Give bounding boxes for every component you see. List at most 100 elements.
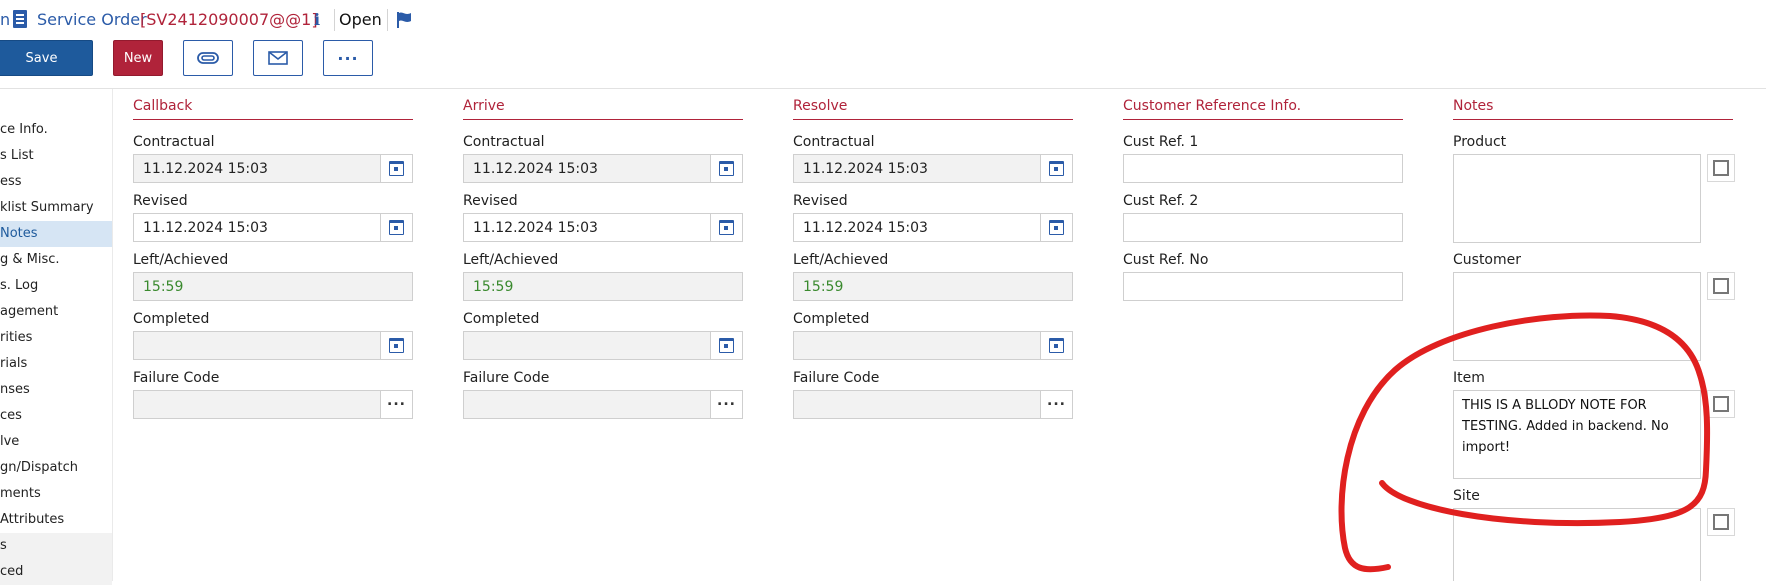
calendar-button[interactable] — [710, 155, 742, 182]
field-label: Failure Code — [793, 370, 880, 386]
sidebar-item[interactable]: rials — [0, 351, 112, 377]
calendar-button[interactable] — [1040, 332, 1072, 359]
arrive-failure-field[interactable]: ... — [463, 390, 743, 419]
calendar-button[interactable] — [710, 332, 742, 359]
document-icon — [13, 10, 27, 28]
calendar-icon — [1049, 220, 1064, 235]
field-label: Failure Code — [133, 370, 220, 386]
new-button[interactable]: New — [113, 40, 163, 76]
calendar-button[interactable] — [380, 155, 412, 182]
calendar-button[interactable] — [1040, 214, 1072, 241]
arrive-revised-field[interactable]: 11.12.2024 15:03 — [463, 213, 743, 242]
callback-left-field: 15:59 — [133, 272, 413, 301]
calendar-icon — [719, 161, 734, 176]
product-note-textarea[interactable] — [1453, 154, 1701, 243]
divider — [1123, 119, 1403, 120]
expand-icon[interactable] — [1707, 390, 1735, 418]
calendar-button[interactable] — [710, 214, 742, 241]
sidebar-item[interactable]: nses — [0, 377, 112, 403]
status-badge: Open — [339, 10, 382, 29]
section-title: Notes — [1453, 98, 1494, 114]
divider — [793, 119, 1073, 120]
sidebar-item[interactable]: klist Summary — [0, 195, 112, 221]
sidebar-item[interactable]: ces — [0, 403, 112, 429]
arrive-completed-field[interactable] — [463, 331, 743, 360]
ellipsis-icon: ... — [1047, 393, 1066, 409]
sidebar-item[interactable]: rities — [0, 325, 112, 351]
lookup-button[interactable]: ... — [1040, 391, 1072, 418]
breadcrumb[interactable]: n — [0, 10, 10, 29]
lookup-button[interactable]: ... — [380, 391, 412, 418]
sidebar-item-notes[interactable]: Notes — [0, 221, 112, 247]
callback-failure-field[interactable]: ... — [133, 390, 413, 419]
section-title: Callback — [133, 98, 193, 114]
sidebar-item[interactable]: g & Misc. — [0, 247, 112, 273]
resolve-revised-field[interactable]: 11.12.2024 15:03 — [793, 213, 1073, 242]
expand-icon[interactable] — [1707, 508, 1735, 536]
site-note-textarea[interactable] — [1453, 508, 1701, 581]
field-label: Completed — [463, 311, 540, 327]
field-value: 11.12.2024 15:03 — [803, 220, 928, 236]
calendar-icon — [1049, 338, 1064, 353]
lookup-button[interactable]: ... — [710, 391, 742, 418]
sidebar-item[interactable]: gn/Dispatch — [0, 455, 112, 481]
cust-ref-no-input[interactable] — [1123, 272, 1403, 301]
section-title: Customer Reference Info. — [1123, 98, 1302, 114]
more-actions-button[interactable]: ··· — [323, 40, 373, 76]
save-button[interactable]: Save — [0, 40, 93, 76]
field-value: 11.12.2024 15:03 — [143, 220, 268, 236]
sidebar-item[interactable]: ess — [0, 169, 112, 195]
callback-completed-field[interactable] — [133, 331, 413, 360]
sidebar-item[interactable]: ced — [0, 559, 112, 585]
sidebar-item[interactable]: agement — [0, 299, 112, 325]
sidebar-item[interactable]: s — [0, 533, 112, 559]
field-label: Left/Achieved — [793, 252, 889, 268]
field-label: Failure Code — [463, 370, 550, 386]
section-title: Arrive — [463, 98, 505, 114]
arrive-contractual-field[interactable]: 11.12.2024 15:03 — [463, 154, 743, 183]
calendar-button[interactable] — [380, 332, 412, 359]
callback-contractual-field[interactable]: 11.12.2024 15:03 — [133, 154, 413, 183]
calendar-icon — [719, 220, 734, 235]
sidebar-item[interactable]: ce Info. — [0, 117, 112, 143]
expand-icon[interactable] — [1707, 272, 1735, 300]
field-value: 15:59 — [803, 279, 844, 295]
email-button[interactable] — [253, 40, 303, 76]
attach-button[interactable] — [183, 40, 233, 76]
field-label: Left/Achieved — [133, 252, 229, 268]
field-label: Item — [1453, 370, 1485, 386]
field-label: Left/Achieved — [463, 252, 559, 268]
field-label: Contractual — [793, 134, 875, 150]
cust-ref-2-input[interactable] — [1123, 213, 1403, 242]
field-label: Contractual — [133, 134, 215, 150]
sidebar-item[interactable]: Attributes — [0, 507, 112, 533]
resolve-completed-field[interactable] — [793, 331, 1073, 360]
sidebar-item[interactable]: s. Log — [0, 273, 112, 299]
resolve-left-field: 15:59 — [793, 272, 1073, 301]
calendar-icon — [389, 220, 404, 235]
calendar-button[interactable] — [380, 214, 412, 241]
note-value: THIS IS A BLLODY NOTE FOR TESTING. Added… — [1462, 398, 1669, 455]
sidebar-item[interactable]: lve — [0, 429, 112, 455]
item-note-textarea[interactable]: THIS IS A BLLODY NOTE FOR TESTING. Added… — [1453, 390, 1701, 479]
resolve-contractual-field[interactable]: 11.12.2024 15:03 — [793, 154, 1073, 183]
expand-icon[interactable] — [1707, 154, 1735, 182]
page-title: Service Order — [37, 10, 147, 29]
info-icon[interactable]: i — [314, 10, 320, 29]
callback-revised-field[interactable]: 11.12.2024 15:03 — [133, 213, 413, 242]
calendar-button[interactable] — [1040, 155, 1072, 182]
ellipsis-icon: ... — [387, 393, 406, 409]
sidebar-item[interactable]: s List — [0, 143, 112, 169]
customer-note-textarea[interactable] — [1453, 272, 1701, 361]
field-label: Cust Ref. 2 — [1123, 193, 1199, 209]
sidebar-item[interactable]: ments — [0, 481, 112, 507]
resolve-failure-field[interactable]: ... — [793, 390, 1073, 419]
field-label: Cust Ref. 1 — [1123, 134, 1199, 150]
field-value: 15:59 — [143, 279, 184, 295]
paperclip-icon — [197, 52, 219, 64]
field-label: Customer — [1453, 252, 1522, 268]
field-label: Site — [1453, 488, 1480, 504]
cust-ref-1-input[interactable] — [1123, 154, 1403, 183]
field-label: Revised — [793, 193, 848, 209]
flag-icon[interactable] — [396, 11, 412, 29]
